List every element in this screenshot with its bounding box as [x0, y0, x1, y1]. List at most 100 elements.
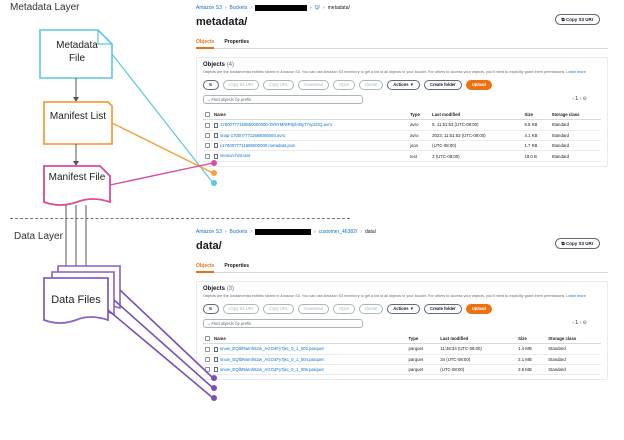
col-type[interactable]: Type	[408, 108, 431, 121]
row-checkbox[interactable]	[205, 153, 210, 159]
col-storage-class[interactable]: Storage class	[546, 332, 601, 345]
copy-uri-label: Copy S3 URI	[565, 241, 593, 246]
table-row[interactable]: snow_EQlbRwmh62w_AGO4Fy7jkc_0_1_006.parq…	[203, 364, 601, 376]
copy-s3-uri-button[interactable]: ⧉ Copy S3 URI	[554, 238, 600, 249]
crumb-buckets[interactable]: Buckets	[230, 229, 248, 235]
refresh-button[interactable]: ↻	[203, 79, 219, 90]
row-checkbox[interactable]	[205, 143, 210, 149]
object-name-link[interactable]: snap-1700077711668006000.avro	[220, 133, 285, 138]
refresh-button[interactable]: ↻	[203, 303, 219, 314]
col-last-modified[interactable]: Last modified	[430, 108, 523, 121]
object-name-link[interactable]: version-hint.text	[220, 153, 250, 158]
search-input[interactable]: ⌕ Find objects by prefix	[203, 318, 363, 328]
actions-dropdown[interactable]: Actions ▼	[387, 79, 420, 90]
crumb-buckets[interactable]: Buckets	[230, 5, 248, 11]
object-name-link[interactable]: snow_EQlbRwmh62w_AGO4Fy7jkc_0_1_002.parq…	[220, 346, 324, 351]
objects-table: Name Type Last modified Size Storage cla…	[203, 332, 601, 376]
tab-objects[interactable]: Objects	[196, 263, 215, 273]
data-page-title: data/	[196, 240, 222, 252]
tab-objects[interactable]: Objects	[196, 39, 215, 49]
learn-more-link[interactable]: Learn more	[566, 70, 585, 74]
copy-url-button[interactable]: Copy URL	[262, 79, 295, 90]
copy-icon: ⧉	[561, 241, 565, 246]
col-name[interactable]: Name	[212, 332, 407, 345]
col-storage-class[interactable]: Storage class	[549, 108, 601, 121]
table-row[interactable]: 17600777150850000000-3V8YMNtP8yfABy77ryi…	[203, 119, 601, 131]
delete-button[interactable]: Delete	[359, 79, 384, 90]
search-icon: ⌕	[208, 321, 211, 327]
data-breadcrumb: Amazon S3 › Buckets › › customer_46382/ …	[196, 229, 377, 235]
crumb-redacted-prefix[interactable]: Q/	[315, 5, 320, 11]
object-name-link[interactable]: 17600777150850000000-3V8YMNtP8yfABy77ryi…	[220, 122, 332, 127]
data-s3-panel: Amazon S3 › Buckets › › customer_46382/ …	[196, 228, 608, 436]
delete-button[interactable]: Delete	[359, 303, 384, 314]
table-row[interactable]: snow_EQlbRwmh62w_AGO4Fy7jkc_0_1_002.parq…	[203, 343, 601, 355]
col-size[interactable]: Size	[516, 332, 547, 345]
page-number: 1	[575, 95, 579, 102]
search-placeholder: Find objects by prefix	[211, 97, 252, 103]
copy-s3-uri-action[interactable]: Copy S3 URI	[222, 79, 259, 90]
download-button[interactable]: Download	[298, 79, 329, 90]
crumb-amazon-s3[interactable]: Amazon S3	[196, 229, 222, 235]
col-type[interactable]: Type	[406, 332, 439, 345]
tab-properties[interactable]: Properties	[224, 39, 249, 45]
pagination[interactable]: ‹ 1 › ⚙	[572, 320, 587, 326]
col-last-modified[interactable]: Last modified	[438, 332, 517, 345]
create-folder-button[interactable]: Create folder	[423, 79, 462, 90]
crumb-customer-prefix[interactable]: customer_46382/	[319, 229, 358, 235]
col-size[interactable]: Size	[522, 108, 550, 121]
row-checkbox[interactable]	[205, 367, 210, 373]
page-number: 1	[575, 319, 579, 326]
select-all-checkbox[interactable]	[205, 335, 210, 341]
row-checkbox[interactable]	[205, 346, 210, 352]
copy-url-button[interactable]: Copy URL	[262, 303, 295, 314]
crumb-current: data/	[364, 229, 377, 235]
object-size: 1.4 MB	[516, 343, 547, 355]
redacted-bucket	[255, 229, 311, 235]
table-row[interactable]: version-hint.text text 3 (UTC-08:00) 19.…	[203, 150, 601, 162]
objects-count: (3)	[226, 286, 235, 292]
copy-s3-uri-button[interactable]: ⧉ Copy S3 URI	[554, 14, 600, 25]
refresh-icon: ↻	[209, 306, 213, 312]
file-icon	[214, 367, 218, 373]
object-name-link[interactable]: snow_EQlbRwmh62w_AGO4Fy7jkc_0_1_006.parq…	[220, 367, 324, 372]
object-storage: Standard	[546, 364, 601, 376]
table-row[interactable]: v1700077711685000000.metadata.json json …	[203, 140, 601, 152]
objects-description: Objects are the fundamental entities sto…	[203, 294, 586, 298]
create-folder-button[interactable]: Create folder	[423, 303, 462, 314]
object-modified: 3 (UTC-08:00)	[430, 150, 523, 162]
upload-button[interactable]: Upload	[465, 79, 492, 90]
table-row[interactable]: snow_EQlbRwmh62w_AGO4Fy7jkc_0_1_004.parq…	[203, 354, 601, 366]
download-button[interactable]: Download	[298, 303, 329, 314]
learn-more-link[interactable]: Learn more	[566, 294, 585, 298]
pagination[interactable]: ‹ 1 › ⚙	[572, 96, 587, 102]
object-size: 2.1 MB	[516, 354, 547, 366]
object-name-link[interactable]: v1700077711685000000.metadata.json	[220, 143, 295, 148]
copy-s3-uri-action[interactable]: Copy S3 URI	[222, 303, 259, 314]
tab-properties[interactable]: Properties	[224, 263, 249, 269]
objects-container: Objects (4) Objects are the fundamental …	[196, 57, 608, 167]
object-type: avro	[408, 119, 431, 131]
object-modified: 11:48:34 (UTC-08:00)	[438, 343, 517, 355]
copy-uri-label: Copy S3 URI	[565, 17, 593, 22]
object-size: 1.7 KB	[522, 140, 550, 152]
open-button[interactable]: Open	[332, 303, 356, 314]
row-checkbox[interactable]	[205, 133, 210, 138]
upload-button[interactable]: Upload	[465, 303, 492, 314]
objects-description: Objects are the fundamental entities sto…	[203, 70, 586, 74]
table-row[interactable]: snap-1700077711668006000.avro avro 2023,…	[203, 130, 601, 142]
actions-dropdown[interactable]: Actions ▼	[387, 303, 420, 314]
object-name-link[interactable]: snow_EQlbRwmh62w_AGO4Fy7jkc_0_1_004.parq…	[220, 357, 324, 362]
row-checkbox[interactable]	[205, 357, 210, 362]
object-modified: (UTC-08:00)	[430, 140, 523, 152]
file-icon	[214, 122, 218, 128]
crumb-amazon-s3[interactable]: Amazon S3	[196, 5, 222, 11]
manifest-file-label: Manifest File	[48, 172, 106, 183]
search-input[interactable]: ⌕ Find objects by prefix	[203, 94, 363, 104]
open-button[interactable]: Open	[332, 79, 356, 90]
row-checkbox[interactable]	[205, 122, 210, 128]
col-name[interactable]: Name	[212, 108, 409, 121]
select-all-checkbox[interactable]	[205, 111, 210, 117]
settings-icon[interactable]: ⚙	[583, 96, 587, 102]
settings-icon[interactable]: ⚙	[583, 320, 587, 326]
